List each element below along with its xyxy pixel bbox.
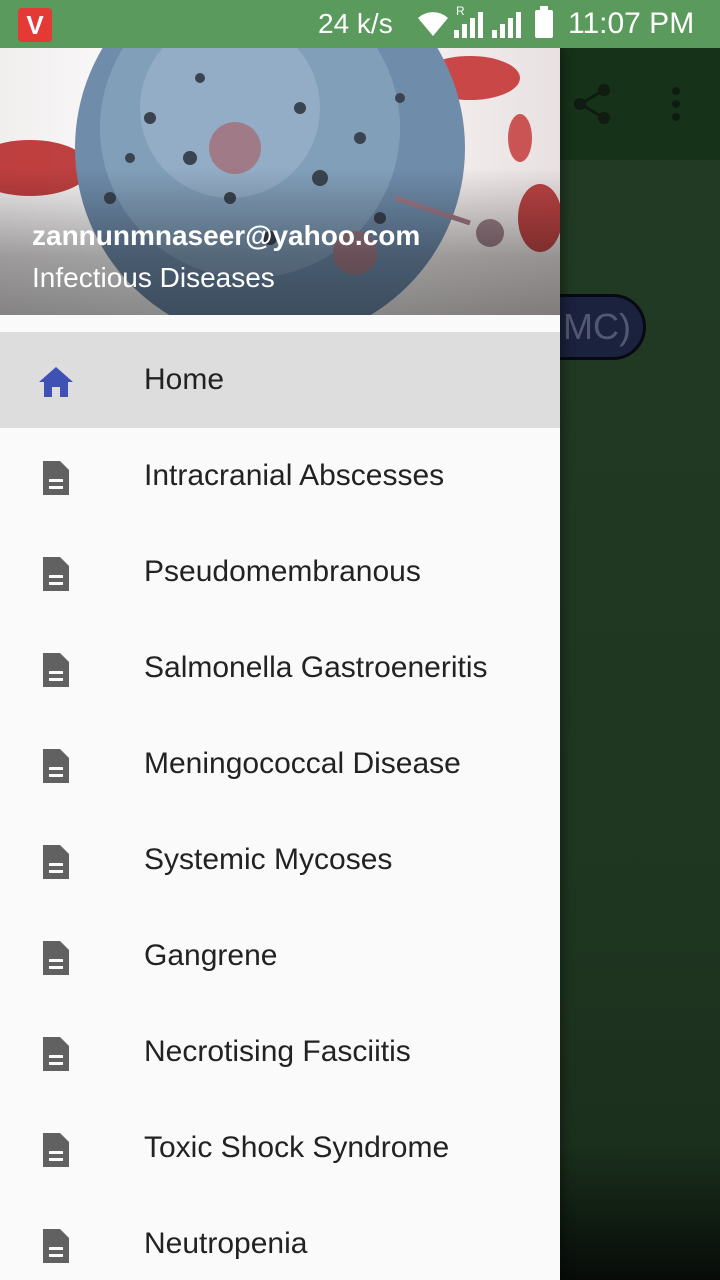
cell-signal-2-icon bbox=[492, 12, 521, 38]
menu-item-home[interactable]: Home bbox=[0, 332, 560, 428]
menu-item-toxic-shock-syndrome[interactable]: Toxic Shock Syndrome bbox=[0, 1100, 560, 1196]
drawer-header: zannunmnaseer@yahoo.com Infectious Disea… bbox=[0, 48, 560, 315]
menu-item-intracranial-abscesses[interactable]: Intracranial Abscesses bbox=[0, 428, 560, 524]
menu-item-label: Gangrene bbox=[144, 939, 278, 972]
menu-item-pseudomembranous[interactable]: Pseudomembranous bbox=[0, 524, 560, 620]
menu-item-label: Neutropenia bbox=[144, 1227, 308, 1260]
cell-signal-icon bbox=[454, 12, 483, 38]
menu-item-label: Necrotising Fasciitis bbox=[144, 1035, 411, 1068]
document-icon bbox=[43, 557, 69, 591]
document-icon bbox=[43, 1133, 69, 1167]
document-icon bbox=[43, 1037, 69, 1071]
menu-item-systemic-mycoses[interactable]: Systemic Mycoses bbox=[0, 812, 560, 908]
document-icon bbox=[43, 461, 69, 495]
menu-item-necrotising-fasciitis[interactable]: Necrotising Fasciitis bbox=[0, 1004, 560, 1100]
menu-item-neutropenia[interactable]: Neutropenia bbox=[0, 1196, 560, 1280]
menu-item-gangrene[interactable]: Gangrene bbox=[0, 908, 560, 1004]
navigation-drawer: zannunmnaseer@yahoo.com Infectious Disea… bbox=[0, 48, 560, 1280]
battery-icon bbox=[535, 6, 553, 38]
menu-item-label: Salmonella Gastroeneritis bbox=[144, 651, 488, 684]
document-icon bbox=[43, 941, 69, 975]
drawer-menu: Home Intracranial Abscesses Pseudomembra… bbox=[0, 332, 560, 1280]
document-icon bbox=[43, 1229, 69, 1263]
menu-item-meningococcal-disease[interactable]: Meningococcal Disease bbox=[0, 716, 560, 812]
user-email: zannunmnaseer@yahoo.com bbox=[32, 220, 421, 251]
network-speed: 24 k/s bbox=[318, 8, 393, 39]
menu-item-label: Toxic Shock Syndrome bbox=[144, 1131, 450, 1164]
document-icon bbox=[43, 749, 69, 783]
status-bar: V 24 k/s R 11:07 PM bbox=[0, 0, 720, 48]
menu-item-label: Pseudomembranous bbox=[144, 555, 421, 588]
menu-item-label: Meningococcal Disease bbox=[144, 747, 461, 780]
menu-item-salmonella-gastroeneritis[interactable]: Salmonella Gastroeneritis bbox=[0, 620, 560, 716]
wifi-icon bbox=[418, 12, 448, 36]
menu-item-label: Systemic Mycoses bbox=[144, 843, 393, 876]
menu-item-label: Intracranial Abscesses bbox=[144, 459, 445, 492]
document-icon bbox=[43, 845, 69, 879]
vidmate-app-icon: V bbox=[18, 8, 52, 42]
home-icon bbox=[39, 367, 73, 397]
menu-item-label: Home bbox=[144, 363, 225, 396]
document-icon bbox=[43, 653, 69, 687]
clock: 11:07 PM bbox=[568, 7, 695, 40]
app-subtitle: Infectious Diseases bbox=[32, 262, 275, 293]
